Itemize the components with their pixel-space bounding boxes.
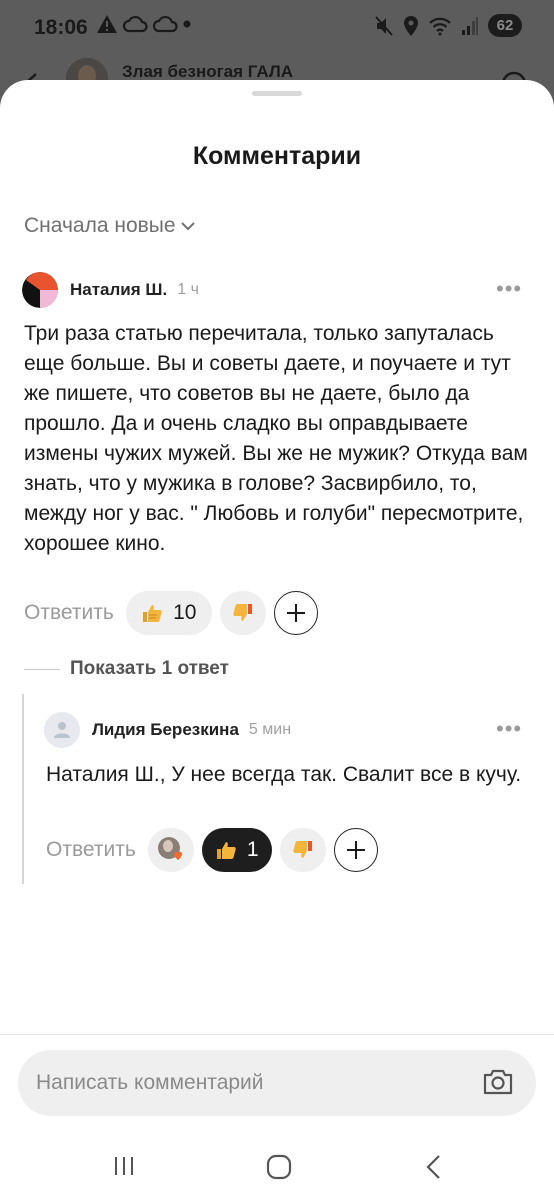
channel-name: Злая безногая ГАЛА bbox=[122, 62, 294, 81]
plus-icon bbox=[346, 841, 365, 859]
sheet-drag-handle[interactable] bbox=[252, 91, 302, 96]
status-system-icons: 62 bbox=[374, 14, 522, 37]
add-reaction-button[interactable] bbox=[333, 828, 378, 872]
cloud-icon bbox=[152, 15, 178, 33]
camera-icon[interactable] bbox=[482, 1068, 514, 1096]
comment-input[interactable] bbox=[36, 1050, 476, 1116]
comments-sheet: Комментарии Сначала новые Наталия Ш. 1 ч… bbox=[0, 80, 554, 1200]
comment-header: Наталия Ш. 1 ч bbox=[22, 272, 199, 308]
more-options-icon[interactable]: ••• bbox=[496, 716, 522, 742]
mute-icon bbox=[375, 15, 393, 36]
avatar[interactable] bbox=[22, 272, 58, 308]
cloud-icon bbox=[122, 15, 148, 33]
like-count: 10 bbox=[173, 601, 197, 624]
reply-button[interactable]: Ответить bbox=[46, 838, 136, 862]
status-bar: 18:06 62 bbox=[0, 0, 554, 58]
like-button[interactable]: 10 bbox=[125, 591, 212, 635]
wifi-icon bbox=[429, 17, 451, 35]
like-button-active[interactable]: 1 bbox=[201, 828, 272, 872]
battery-indicator: 62 bbox=[488, 14, 522, 37]
divider-line bbox=[24, 668, 60, 670]
comment-author[interactable]: Наталия Ш. bbox=[70, 280, 167, 300]
recent-apps-icon[interactable] bbox=[112, 1154, 136, 1178]
reply-button[interactable]: Ответить bbox=[24, 601, 114, 625]
reply-time: 5 мин bbox=[248, 721, 292, 738]
dislike-button[interactable] bbox=[219, 591, 266, 635]
show-replies-label: Показать 1 ответ bbox=[70, 658, 229, 679]
signal-icon bbox=[462, 16, 478, 35]
dot-icon bbox=[183, 20, 191, 28]
status-time: 18:06 bbox=[34, 16, 88, 39]
like-count: 1 bbox=[246, 838, 259, 861]
avatar[interactable] bbox=[44, 712, 80, 748]
system-nav-bar bbox=[0, 1140, 554, 1200]
chevron-down-icon bbox=[180, 222, 195, 231]
comment-composer bbox=[18, 1050, 536, 1116]
back-icon[interactable] bbox=[424, 1154, 444, 1180]
reply-text: Наталия Ш., У нее всегда так. Свалит все… bbox=[46, 763, 522, 786]
add-reaction-button[interactable] bbox=[273, 591, 318, 635]
status-notification-icons bbox=[96, 14, 192, 34]
dislike-button[interactable] bbox=[279, 828, 326, 872]
reply-author[interactable]: Лидия Березкина bbox=[92, 720, 239, 740]
thread-line bbox=[22, 694, 24, 884]
composer-divider bbox=[0, 1034, 554, 1035]
reply-actions: Ответить 1 bbox=[46, 828, 378, 872]
show-replies-toggle[interactable]: Показать 1 ответ bbox=[24, 658, 229, 680]
comment-actions: Ответить 10 bbox=[24, 591, 318, 635]
author-reaction-badge bbox=[147, 828, 194, 872]
reply-header: Лидия Березкина 5 мин bbox=[44, 712, 291, 748]
sort-dropdown[interactable]: Сначала новые bbox=[24, 214, 196, 238]
location-icon bbox=[404, 15, 418, 36]
user-icon bbox=[54, 722, 70, 738]
more-options-icon[interactable]: ••• bbox=[496, 276, 522, 302]
home-icon[interactable] bbox=[266, 1154, 292, 1180]
comment-text: Три раза статью перечитала, только запут… bbox=[24, 322, 528, 555]
thumbs-down-icon bbox=[293, 841, 312, 858]
warning-icon bbox=[97, 15, 117, 33]
comment-time: 1 ч bbox=[177, 281, 199, 298]
thumbs-down-icon bbox=[233, 604, 252, 621]
sort-label: Сначала новые bbox=[24, 214, 176, 237]
author-heart-avatar-icon bbox=[157, 837, 182, 860]
sheet-title: Комментарии bbox=[192, 142, 362, 170]
thumbs-up-icon bbox=[216, 842, 236, 859]
plus-icon bbox=[286, 604, 305, 622]
thumbs-up-icon bbox=[143, 605, 162, 622]
